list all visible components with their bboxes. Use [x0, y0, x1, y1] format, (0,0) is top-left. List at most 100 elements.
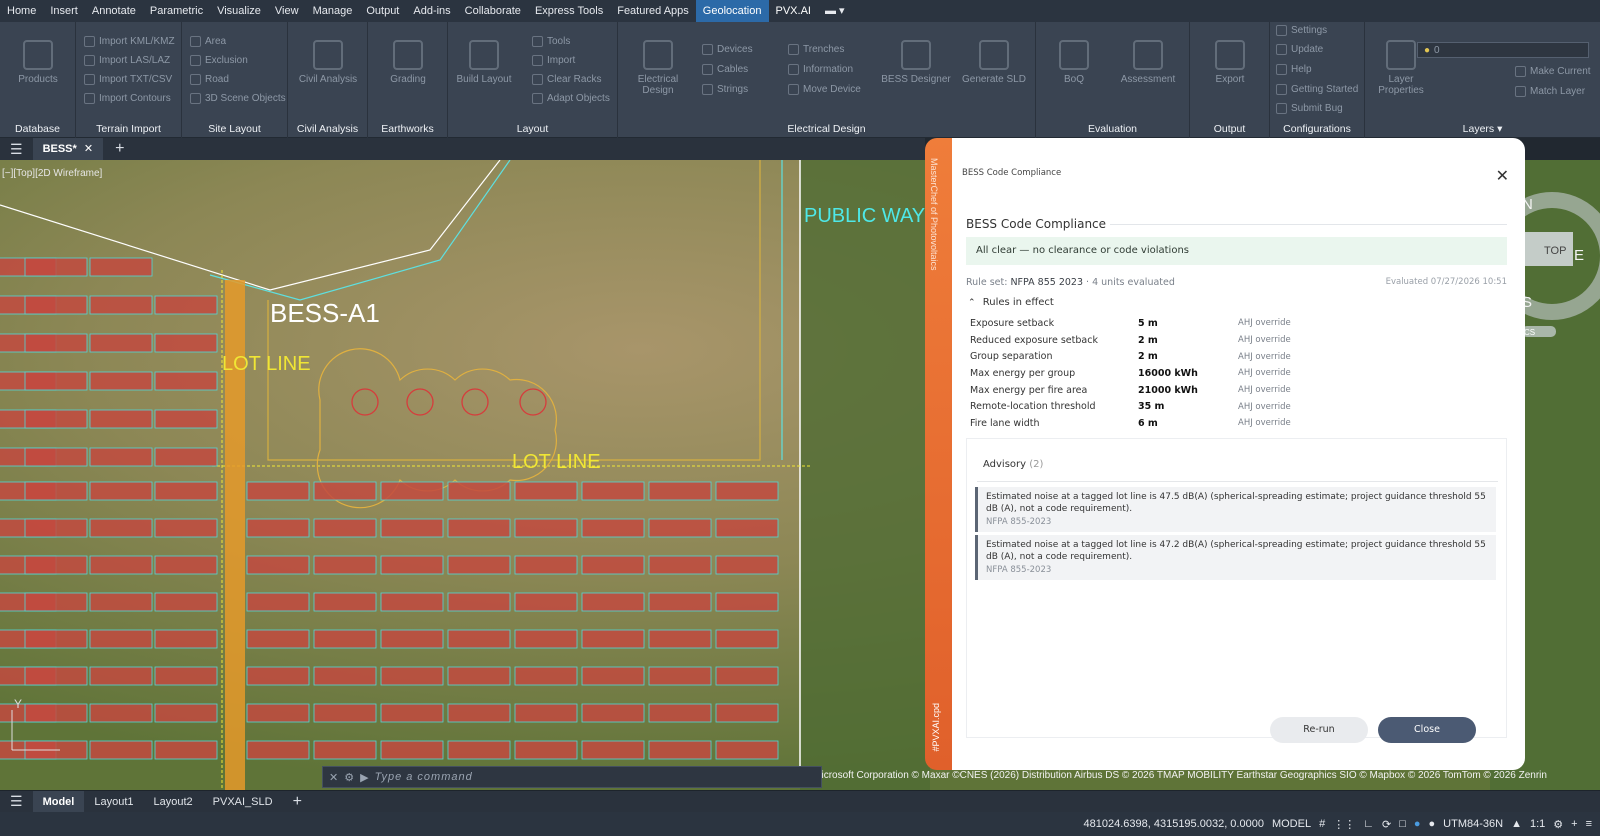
solar-rack[interactable]	[514, 481, 578, 501]
solar-rack[interactable]	[24, 518, 88, 538]
scale-button[interactable]: 1:1	[1530, 818, 1545, 830]
build-layout-button[interactable]: Build Layout	[448, 40, 520, 85]
close-button[interactable]: Close	[1378, 717, 1476, 743]
solar-rack[interactable]	[313, 740, 377, 760]
civil-analysis-button[interactable]: Civil Analysis	[292, 40, 364, 85]
solar-rack[interactable]	[380, 740, 444, 760]
solar-rack[interactable]	[715, 703, 779, 723]
scene-objects-button[interactable]: 3D Scene Objects	[190, 93, 286, 104]
solar-rack[interactable]	[246, 481, 310, 501]
command-line[interactable]: ✕ ⚙ ▶ Type a command	[322, 766, 822, 788]
solar-rack[interactable]	[648, 555, 712, 575]
solar-rack[interactable]	[89, 703, 153, 723]
solar-rack[interactable]	[246, 703, 310, 723]
grid-icon[interactable]: #	[1319, 818, 1325, 830]
solar-rack[interactable]	[154, 592, 218, 612]
solar-rack[interactable]	[24, 666, 88, 686]
settings-button[interactable]: Settings	[1276, 25, 1327, 36]
solar-rack[interactable]	[715, 740, 779, 760]
tools-button[interactable]: Tools	[532, 36, 570, 47]
solar-rack[interactable]	[447, 629, 511, 649]
make-current-button[interactable]: Make Current	[1515, 66, 1591, 77]
close-icon[interactable]: ✕	[1496, 166, 1509, 185]
solar-rack[interactable]	[715, 518, 779, 538]
solar-rack[interactable]	[514, 629, 578, 649]
solar-rack[interactable]	[89, 447, 153, 467]
solar-rack[interactable]	[89, 295, 153, 315]
solar-rack[interactable]	[154, 333, 218, 353]
devices-button[interactable]: Devices	[702, 44, 753, 55]
menu-tab-visualize[interactable]: Visualize	[210, 0, 268, 22]
solar-rack[interactable]	[380, 518, 444, 538]
adapt-objects-button[interactable]: Adapt Objects	[532, 93, 610, 104]
solar-rack[interactable]	[447, 481, 511, 501]
solar-rack[interactable]	[715, 555, 779, 575]
submit-bug-button[interactable]: Submit Bug	[1276, 103, 1343, 114]
solar-rack[interactable]	[246, 629, 310, 649]
solar-rack[interactable]	[154, 295, 218, 315]
menu-tab-add-ins[interactable]: Add-ins	[406, 0, 457, 22]
exclusion-button[interactable]: Exclusion	[190, 55, 248, 66]
solar-rack[interactable]	[246, 666, 310, 686]
boq-button[interactable]: BoQ	[1038, 40, 1110, 85]
solar-rack[interactable]	[24, 295, 88, 315]
solar-rack[interactable]	[648, 703, 712, 723]
ortho-icon[interactable]: ∟	[1363, 818, 1374, 830]
customize-icon[interactable]: ≡	[1586, 818, 1592, 830]
solar-rack[interactable]	[154, 481, 218, 501]
tab-pvxai-sld[interactable]: PVXAI_SLD	[203, 796, 283, 808]
menu-tab-output[interactable]: Output	[359, 0, 406, 22]
solar-rack[interactable]	[514, 555, 578, 575]
add-layout-icon[interactable]: +	[283, 793, 312, 811]
solar-rack[interactable]	[313, 592, 377, 612]
hamburger-icon[interactable]: ☰	[0, 793, 33, 810]
solar-rack[interactable]	[89, 555, 153, 575]
navcube-east[interactable]: E	[1574, 247, 1584, 264]
solar-rack[interactable]	[313, 518, 377, 538]
solar-rack[interactable]	[89, 371, 153, 391]
solar-rack[interactable]	[514, 592, 578, 612]
import-kml-button[interactable]: Import KML/KMZ	[84, 36, 175, 47]
gear-icon[interactable]: ⚙	[1553, 818, 1563, 831]
menu-tab-parametric[interactable]: Parametric	[143, 0, 210, 22]
solar-rack[interactable]	[154, 703, 218, 723]
solar-rack[interactable]	[380, 555, 444, 575]
solar-rack[interactable]	[24, 555, 88, 575]
solar-rack[interactable]	[24, 629, 88, 649]
solar-rack[interactable]	[581, 666, 645, 686]
solar-rack[interactable]	[648, 518, 712, 538]
solar-rack[interactable]	[648, 740, 712, 760]
solar-rack[interactable]	[154, 740, 218, 760]
viewport-label[interactable]: [−][Top][2D Wireframe]	[2, 168, 102, 179]
annotation-icon[interactable]: ▲	[1511, 818, 1522, 830]
solar-rack[interactable]	[715, 629, 779, 649]
solar-rack[interactable]	[715, 666, 779, 686]
clear-racks-button[interactable]: Clear Racks	[532, 74, 601, 85]
solar-rack[interactable]	[514, 666, 578, 686]
match-layer-button[interactable]: Match Layer	[1515, 86, 1585, 97]
solar-rack[interactable]	[89, 518, 153, 538]
strings-button[interactable]: Strings	[702, 84, 748, 95]
menu-tab-geolocation[interactable]: Geolocation	[695, 0, 769, 22]
solar-rack[interactable]	[581, 481, 645, 501]
solar-rack[interactable]	[24, 371, 88, 391]
solar-rack[interactable]	[447, 592, 511, 612]
solar-rack[interactable]	[313, 666, 377, 686]
trenches-button[interactable]: Trenches	[788, 44, 844, 55]
solar-rack[interactable]	[380, 666, 444, 686]
menu-tab-collaborate[interactable]: Collaborate	[458, 0, 528, 22]
electrical-design-button[interactable]: Electrical Design	[622, 40, 694, 96]
area-button[interactable]: Area	[190, 36, 226, 47]
solar-rack[interactable]	[89, 333, 153, 353]
tab-layout2[interactable]: Layout2	[144, 796, 203, 808]
solar-rack[interactable]	[89, 666, 153, 686]
layer-dropdown[interactable]: ● 0	[1417, 42, 1589, 58]
solar-rack[interactable]	[380, 629, 444, 649]
solar-rack[interactable]	[24, 447, 88, 467]
solar-rack[interactable]	[154, 447, 218, 467]
grading-button[interactable]: Grading	[372, 40, 444, 85]
workspace-dropdown[interactable]: ▬ ▾	[818, 0, 852, 22]
solar-rack[interactable]	[154, 629, 218, 649]
solar-rack[interactable]	[89, 592, 153, 612]
model-space-button[interactable]: MODEL	[1272, 818, 1311, 830]
